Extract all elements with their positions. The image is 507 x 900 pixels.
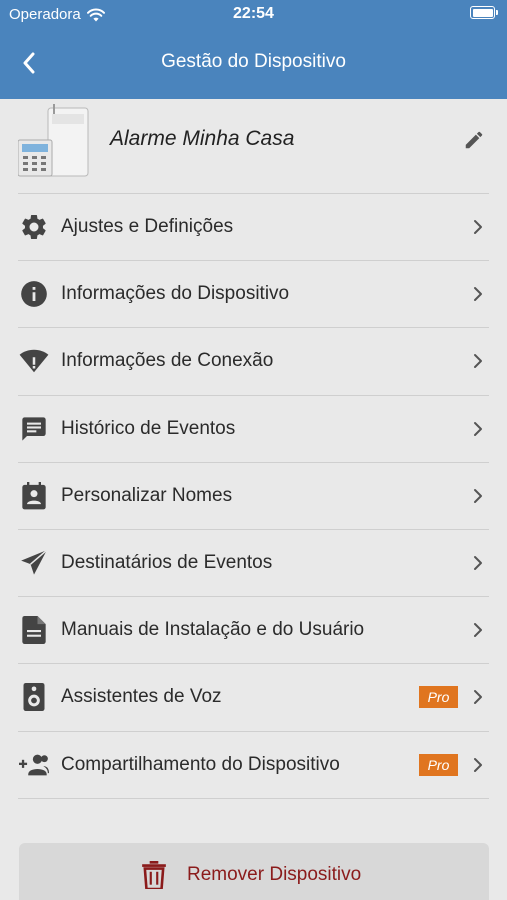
info-icon — [18, 278, 50, 310]
menu-item-label: Manuais de Instalação e do Usuário — [61, 619, 365, 641]
settings-menu: Ajustes e Definições Informações do Disp… — [18, 194, 489, 799]
pencil-icon — [465, 131, 483, 149]
chevron-right-icon — [474, 555, 482, 570]
chevron-right-icon — [474, 757, 482, 772]
menu-item-label: Personalizar Nomes — [61, 484, 233, 506]
pro-badge: Pro — [419, 686, 458, 709]
menu-item-label: Destinatários de Eventos — [61, 551, 273, 573]
menu-item-connection-info[interactable]: Informações de Conexão — [18, 328, 489, 396]
menu-item-label: Informações do Dispositivo — [61, 283, 290, 305]
chevron-right-icon — [474, 488, 482, 503]
gear-icon — [18, 211, 50, 243]
menu-item-settings[interactable]: Ajustes e Definições — [18, 194, 489, 262]
menu-item-manuals[interactable]: Manuais de Instalação e do Usuário — [18, 597, 489, 665]
menu-item-label: Compartilhamento do Dispositivo — [61, 753, 340, 775]
header-bar: Operadora 22:54 Gestão do Dispositivo — [0, 0, 507, 99]
remove-device-button[interactable]: Remover Dispositivo — [19, 843, 489, 900]
menu-item-device-sharing[interactable]: Compartilhamento do Dispositivo Pro — [18, 732, 489, 799]
message-icon — [18, 413, 50, 445]
document-icon — [18, 614, 50, 646]
trash-icon — [142, 861, 166, 889]
wifi-signal-icon — [18, 345, 50, 377]
device-header: Alarme Minha Casa — [18, 100, 489, 194]
device-name: Alarme Minha Casa — [110, 127, 295, 150]
menu-item-event-recipients[interactable]: Destinatários de Eventos — [18, 530, 489, 598]
chevron-right-icon — [474, 623, 482, 638]
chevron-right-icon — [474, 690, 482, 705]
status-bar: Operadora 22:54 — [0, 0, 507, 28]
edit-name-button[interactable] — [461, 127, 487, 153]
menu-item-voice-assistants[interactable]: Assistentes de Voz Pro — [18, 664, 489, 732]
navigation-bar: Gestão do Dispositivo — [0, 28, 507, 99]
menu-item-label: Histórico de Eventos — [61, 417, 236, 439]
chevron-right-icon — [474, 421, 482, 436]
speaker-icon — [18, 681, 50, 713]
alarm-panel-image — [18, 104, 89, 177]
clock: 22:54 — [233, 5, 274, 22]
menu-item-label: Assistentes de Voz — [61, 686, 222, 708]
chevron-right-icon — [474, 287, 482, 302]
menu-item-device-info[interactable]: Informações do Dispositivo — [18, 261, 489, 329]
send-icon — [18, 547, 50, 579]
menu-item-label: Ajustes e Definições — [61, 216, 234, 237]
battery-icon — [470, 6, 498, 19]
pro-badge: Pro — [419, 753, 458, 776]
chevron-right-icon — [474, 354, 482, 369]
page-title: Gestão do Dispositivo — [161, 51, 346, 72]
menu-item-label: Informações de Conexão — [61, 350, 274, 372]
menu-item-custom-names[interactable]: Personalizar Nomes — [18, 463, 489, 530]
add-people-icon — [18, 749, 50, 781]
menu-item-event-history[interactable]: Histórico de Eventos — [18, 396, 489, 463]
contact-card-icon — [18, 480, 50, 512]
remove-device-label: Remover Dispositivo — [187, 864, 362, 885]
chevron-right-icon — [474, 220, 482, 234]
